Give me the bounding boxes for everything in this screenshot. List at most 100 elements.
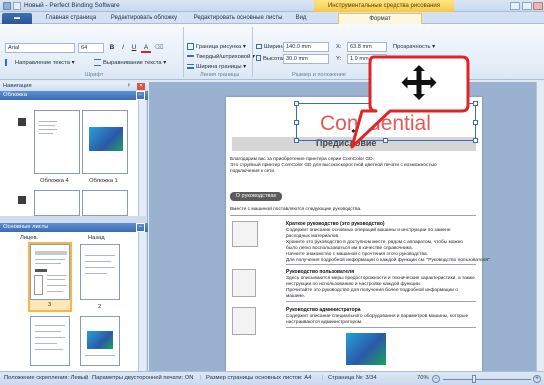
status-bar: Положение скрепления: Левый | Параметры … (0, 371, 544, 385)
cover-scrollbar[interactable] (138, 100, 146, 216)
app-icon (3, 2, 11, 10)
text-align-icon (94, 58, 101, 66)
pencil-icon (187, 42, 194, 50)
page-thumb-3-selected[interactable]: 3 (28, 242, 72, 312)
height-label: Высота: (256, 54, 285, 64)
tab-cover[interactable]: Редактировать обложку (104, 13, 184, 24)
solid-dashed-button[interactable]: Твердый/штриховой ▾ (187, 52, 255, 62)
intro-line: Это струйный принтер ComColor GD для выс… (230, 163, 437, 168)
tab-home[interactable]: Главная страница (40, 13, 102, 24)
font-color-button[interactable]: A (141, 43, 151, 53)
main-sheets-scrollbar[interactable] (138, 232, 146, 371)
cover-marker-icon (18, 196, 26, 204)
manual1-line: Начните знакомство с машиной с прочтения… (286, 252, 428, 257)
manual2-line: Прочитайте это руководство для получения… (286, 288, 458, 293)
font-name-select[interactable]: Arial (5, 43, 75, 53)
manual2-title: Руководство пользователя (286, 269, 355, 275)
tab-file[interactable]: ▬ (2, 13, 32, 24)
front-column-label: Лицев. (20, 235, 39, 241)
tab-view[interactable]: Вид (292, 13, 310, 24)
main-sheets-header[interactable]: Основные листы − (0, 223, 148, 232)
zoom-minus-icon[interactable]: − (432, 375, 440, 383)
line-width-icon (187, 63, 194, 69)
manual2-line: Здесь описываются меры предосторожности … (286, 276, 475, 281)
cover-thumb-2[interactable] (34, 190, 80, 216)
cover-thumb-3[interactable] (82, 190, 128, 216)
text-direction-label: Направление текста (15, 60, 70, 66)
border-shape-label: Граница рисунка (196, 44, 242, 50)
back-column-label: Назад (88, 235, 105, 241)
close-panel-icon[interactable]: ✕ (137, 83, 145, 90)
zoom-value: 70% (417, 375, 429, 381)
manual1-line: расходных материалов. (286, 234, 340, 239)
drawing-tools-context-label: Инструментальные средства рисования (314, 0, 454, 12)
manual1-line: Для получения подробной информации о каж… (286, 258, 492, 263)
tab-main-sheets[interactable]: Редактировать основные листы (186, 13, 290, 24)
text-direction-icon (5, 58, 13, 66)
section-title: О руководствах (230, 192, 282, 201)
font-group-label: Шрифт (85, 72, 104, 78)
manual1-title: Краткое руководство (это руководство) (286, 221, 385, 227)
manual3-thumb (232, 307, 256, 335)
close-icon[interactable] (533, 2, 543, 10)
page-thumb-2[interactable] (80, 244, 120, 300)
zoom-plus-icon[interactable]: + (533, 375, 541, 383)
manual1-line: Содержит описание основных операций маши… (286, 228, 451, 233)
navigation-title: Навигация (3, 83, 32, 89)
transparency-label: Прозрачность (393, 44, 431, 50)
manual1-thumb (232, 221, 258, 247)
save-icon[interactable] (13, 2, 21, 10)
title-bar: Новый - Perfect Binding Software Инструм… (0, 0, 544, 12)
border-shape-button[interactable]: Граница рисунка ▾ (187, 42, 246, 52)
cover-thumb-1[interactable] (82, 110, 128, 174)
transparency-button[interactable]: Прозрачность ▾ (393, 42, 435, 52)
x-label: X: (336, 44, 342, 50)
text-direction-button[interactable]: Направление текста ▾ (5, 58, 74, 68)
x-position-field[interactable]: 63.8 mm (347, 42, 387, 52)
width-field[interactable]: 140.0 mm (283, 42, 329, 52)
printer-image (346, 333, 386, 365)
maximize-icon[interactable] (522, 2, 532, 10)
status-binding: Положение скрепления: Левый (4, 375, 89, 381)
status-page-size: Размер страницы основных листов: A4 (206, 375, 312, 381)
text-align-button[interactable]: Выравнивание текста ▾ (94, 58, 166, 68)
manual1-line: было легко воспользоваться им в качестве… (286, 246, 413, 251)
section-intro: Вместе с машиной поставляются следующие … (230, 207, 362, 212)
manual3-line: Содержит описание специального оборудова… (286, 314, 469, 319)
text-align-label: Выравнивание текста (103, 60, 162, 66)
font-size-select[interactable]: 64 (78, 43, 104, 53)
underline-button[interactable]: U (129, 43, 139, 53)
border-group-label: Линия границы (200, 72, 240, 78)
zoom-slider-thumb[interactable] (471, 375, 476, 383)
italic-button[interactable]: I (118, 43, 128, 53)
manual3-line: настраиваются администратором. (286, 320, 363, 325)
tab-format[interactable]: Формат (338, 13, 422, 24)
manual1-line: Храните это руководство в доступном мест… (286, 240, 463, 245)
page-number-2: 2 (98, 304, 102, 310)
cover-section: Обложка 4 Обложка 1 (0, 100, 146, 216)
manual3-title: Руководство администратора (286, 307, 361, 313)
pin-icon[interactable]: ᵖ (128, 82, 130, 91)
cover-label-4: Обложка 4 (40, 178, 69, 184)
manual2-line: машине. (286, 294, 306, 299)
cover-marker-icon (18, 118, 26, 126)
page-thumb-5[interactable] (80, 316, 120, 366)
manual2-line: инструкции по использованию и настройке … (286, 282, 421, 287)
minimize-icon[interactable] (510, 2, 520, 10)
cover-label-1: Обложка 1 (89, 178, 118, 184)
line-width-button[interactable]: Ширина границы ▾ (187, 62, 246, 72)
status-page-number: Страница №: 3/34 (328, 375, 377, 381)
intro-line: подключения к сети. (230, 169, 276, 174)
cover-section-header[interactable]: Обложка − (0, 91, 148, 100)
cover-thumb-4[interactable] (34, 110, 80, 174)
window-title: Новый - Perfect Binding Software (24, 2, 120, 9)
zoom-slider-track[interactable] (443, 379, 531, 380)
bold-button[interactable]: B (107, 43, 117, 53)
page-thumb-4[interactable] (30, 316, 70, 366)
page-number-3: 3 (48, 302, 52, 308)
intro-line: Благодарим вас за приобретение принтера … (230, 157, 374, 162)
canvas-vertical-scrollbar[interactable] (536, 82, 544, 371)
status-duplex: Параметры двусторонней печати: ON (92, 375, 194, 381)
line-width-label: Ширина границы (196, 64, 242, 70)
clear-format-icon[interactable]: ⌫ (154, 43, 164, 53)
